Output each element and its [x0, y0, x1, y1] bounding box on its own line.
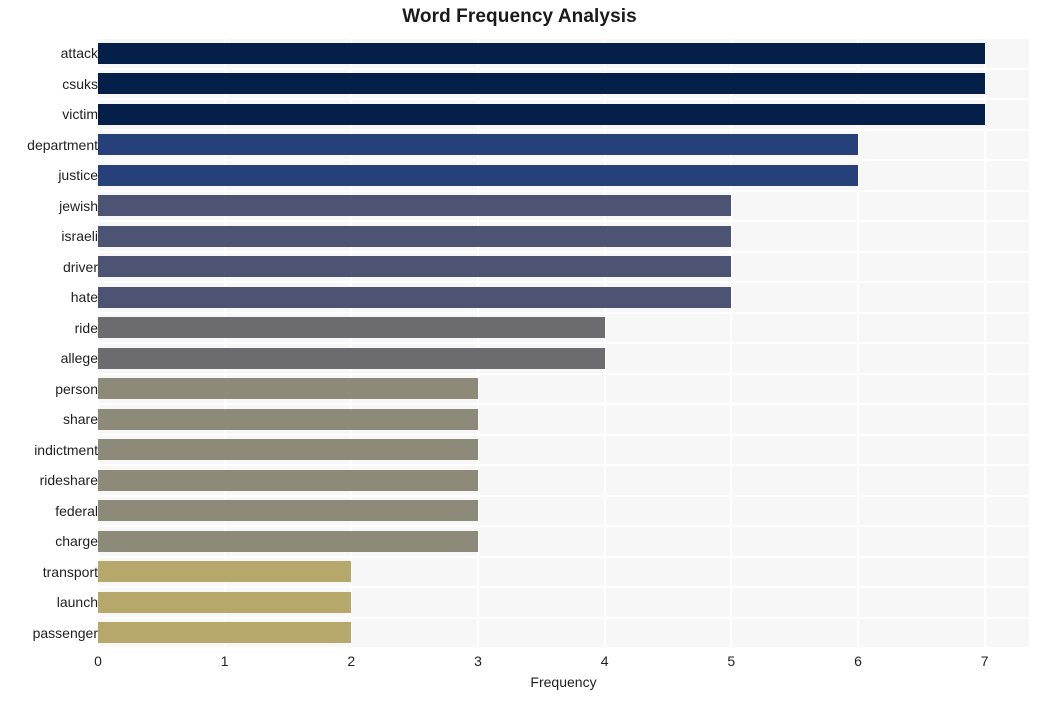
bar[interactable]: [98, 408, 478, 430]
x-axis-label: Frequency: [530, 674, 597, 690]
bar[interactable]: [98, 103, 985, 125]
y-gridline: [98, 555, 1029, 558]
y-gridline: [98, 525, 1029, 527]
y-tick-label: launch: [56, 594, 98, 611]
y-gridline: [98, 189, 1029, 192]
bar[interactable]: [98, 591, 352, 613]
y-tick-label: csuks: [62, 75, 98, 92]
y-gridline: [98, 342, 1029, 344]
bar[interactable]: [98, 134, 858, 156]
y-gridline: [98, 616, 1029, 619]
x-axis-tick-labels: 0 1 2 3 4 5 6 7: [0, 652, 1039, 674]
y-gridline: [98, 403, 1029, 405]
y-gridline: [98, 372, 1029, 375]
y-gridline: [98, 464, 1029, 466]
y-axis-tick-labels: attack csuks victim department justice jewish…: [0, 38, 98, 648]
y-gridline: [98, 494, 1029, 497]
y-tick-label: israeli: [61, 228, 98, 245]
y-gridline: [98, 586, 1029, 588]
y-tick-label: federal: [55, 502, 98, 519]
chart-title: Word Frequency Analysis: [402, 6, 637, 27]
y-gridline: [98, 98, 1029, 100]
y-gridline: [98, 647, 1029, 648]
bar[interactable]: [98, 530, 478, 552]
bar[interactable]: [98, 195, 732, 217]
bar[interactable]: [98, 378, 478, 400]
bar[interactable]: [98, 347, 605, 369]
y-gridline: [98, 250, 1029, 253]
bar[interactable]: [98, 317, 605, 339]
y-gridline: [98, 311, 1029, 314]
bar[interactable]: [98, 256, 732, 278]
y-tick-label: indictment: [34, 441, 98, 458]
y-tick-label: attack: [60, 45, 98, 62]
y-tick-label: passenger: [32, 624, 98, 641]
bar[interactable]: [98, 286, 732, 308]
y-tick-label: rideshare: [39, 472, 98, 489]
bar[interactable]: [98, 469, 478, 491]
x-tick-label: 4: [600, 653, 609, 669]
word-frequency-chart-figure: Word Frequency Analysis attack csuks victi…: [0, 0, 1039, 701]
y-tick-label: department: [27, 136, 98, 153]
y-tick-label: share: [62, 411, 98, 428]
bar[interactable]: [98, 622, 352, 644]
bar[interactable]: [98, 225, 732, 247]
y-tick-label: charge: [55, 533, 98, 550]
y-tick-label: allege: [60, 350, 98, 367]
bar[interactable]: [98, 73, 985, 95]
x-tick-label: 0: [94, 653, 102, 669]
y-tick-label: justice: [58, 167, 98, 184]
y-tick-label: victim: [62, 106, 98, 123]
y-tick-label: driver: [62, 258, 98, 275]
y-gridline: [98, 128, 1029, 131]
x-tick-label: 3: [474, 653, 482, 669]
bar[interactable]: [98, 500, 478, 522]
x-tick-label: 2: [347, 653, 356, 669]
y-gridline: [98, 67, 1029, 70]
plot-area: [98, 38, 1029, 648]
bar[interactable]: [98, 164, 858, 186]
bar[interactable]: [98, 42, 985, 64]
y-gridline: [98, 159, 1029, 161]
y-gridline: [98, 220, 1029, 222]
y-tick-label: transport: [42, 563, 98, 580]
y-tick-label: person: [55, 380, 98, 397]
bar[interactable]: [98, 439, 478, 461]
x-tick-label: 6: [854, 653, 862, 669]
y-tick-label: ride: [74, 319, 98, 336]
y-tick-label: jewish: [59, 197, 98, 214]
y-gridline: [98, 38, 1029, 39]
x-tick-label: 7: [980, 653, 989, 669]
bar[interactable]: [98, 561, 352, 583]
x-tick-label: 5: [727, 653, 736, 669]
x-tick-label: 1: [220, 653, 229, 669]
y-gridline: [98, 281, 1029, 283]
y-gridline: [98, 433, 1029, 436]
y-tick-label: hate: [70, 289, 98, 306]
